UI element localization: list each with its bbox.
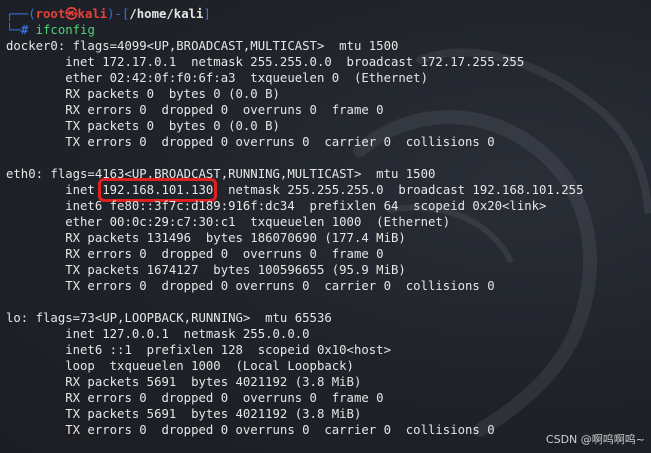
docker0-inet: inet 172.17.0.1 netmask 255.255.0.0 broa… [6,55,525,69]
prompt-line-2: └─# ifconfig [6,22,651,38]
eth0-inet6: inet6 fe80::3f7c:d189:916f:dc34 prefixle… [6,199,547,213]
docker0-tx-errors: TX errors 0 dropped 0 overruns 0 carrier… [6,135,495,149]
lo-rx-errors: RX errors 0 dropped 0 overruns 0 frame 0 [6,391,384,405]
docker0-ether: ether 02:42:0f:f0:6f:a3 txqueuelen 0 (Et… [6,71,428,85]
prompt-user-host: root㉿kali [35,7,108,21]
docker0-header: docker0: flags=4099<UP,BROADCAST,MULTICA… [6,39,399,53]
command-text: ifconfig [35,23,95,37]
prompt-frame-mid: )-[ [107,7,130,21]
terminal-window[interactable]: ┌──(root㉿kali)-[/home/kali] └─# ifconfig… [0,0,651,453]
eth0-tx-errors: TX errors 0 dropped 0 overruns 0 carrier… [6,279,495,293]
lo-header: lo: flags=73<UP,LOOPBACK,RUNNING> mtu 65… [6,311,332,325]
prompt-root-hash: # [20,23,29,37]
lo-tx-packets: TX packets 5691 bytes 4021192 (3.8 MiB) [6,407,362,421]
prompt-current-path: /home/kali [129,7,204,21]
eth0-header: eth0: flags=4163<UP,BROADCAST,RUNNING,MU… [6,167,436,181]
eth0-ip-address-highlight: 192.168.101.130 [98,178,218,202]
eth0-inet: inet 192.168.101.130 netmask 255.255.255… [6,178,651,202]
eth0-rx-errors: RX errors 0 dropped 0 overruns 0 frame 0 [6,247,384,261]
docker0-rx-packets: RX packets 0 bytes 0 (0.0 B) [6,87,280,101]
prompt-frame-close: ] [203,7,211,21]
csdn-watermark: CSDN @啊呜啊呜~ [545,433,645,446]
lo-inet: inet 127.0.0.1 netmask 255.0.0.0 [6,327,310,341]
eth0-ether: ether 00:0c:29:c7:30:c1 txqueuelen 1000 … [6,215,451,229]
eth0-tx-packets: TX packets 1674127 bytes 100596655 (95.9… [6,263,406,277]
eth0-inet-prefix: inet [6,183,103,197]
terminal-output[interactable]: ┌──(root㉿kali)-[/home/kali] └─# ifconfig… [0,0,651,438]
prompt-line-1: ┌──(root㉿kali)-[/home/kali] [6,6,651,22]
docker0-rx-errors: RX errors 0 dropped 0 overruns 0 frame 0 [6,103,384,117]
prompt-frame-open: ┌──( [6,7,36,21]
eth0-rx-packets: RX packets 131496 bytes 186070690 (177.4… [6,231,406,245]
lo-inet6: inet6 ::1 prefixlen 128 scopeid 0x10<hos… [6,343,391,357]
lo-rx-packets: RX packets 5691 bytes 4021192 (3.8 MiB) [6,375,362,389]
lo-loop: loop txqueuelen 1000 (Local Loopback) [6,359,354,373]
prompt-frame-corner: └─ [6,23,21,37]
eth0-inet-suffix: netmask 255.255.255.0 broadcast 192.168.… [213,183,584,197]
docker0-tx-packets: TX packets 0 bytes 0 (0.0 B) [6,119,280,133]
